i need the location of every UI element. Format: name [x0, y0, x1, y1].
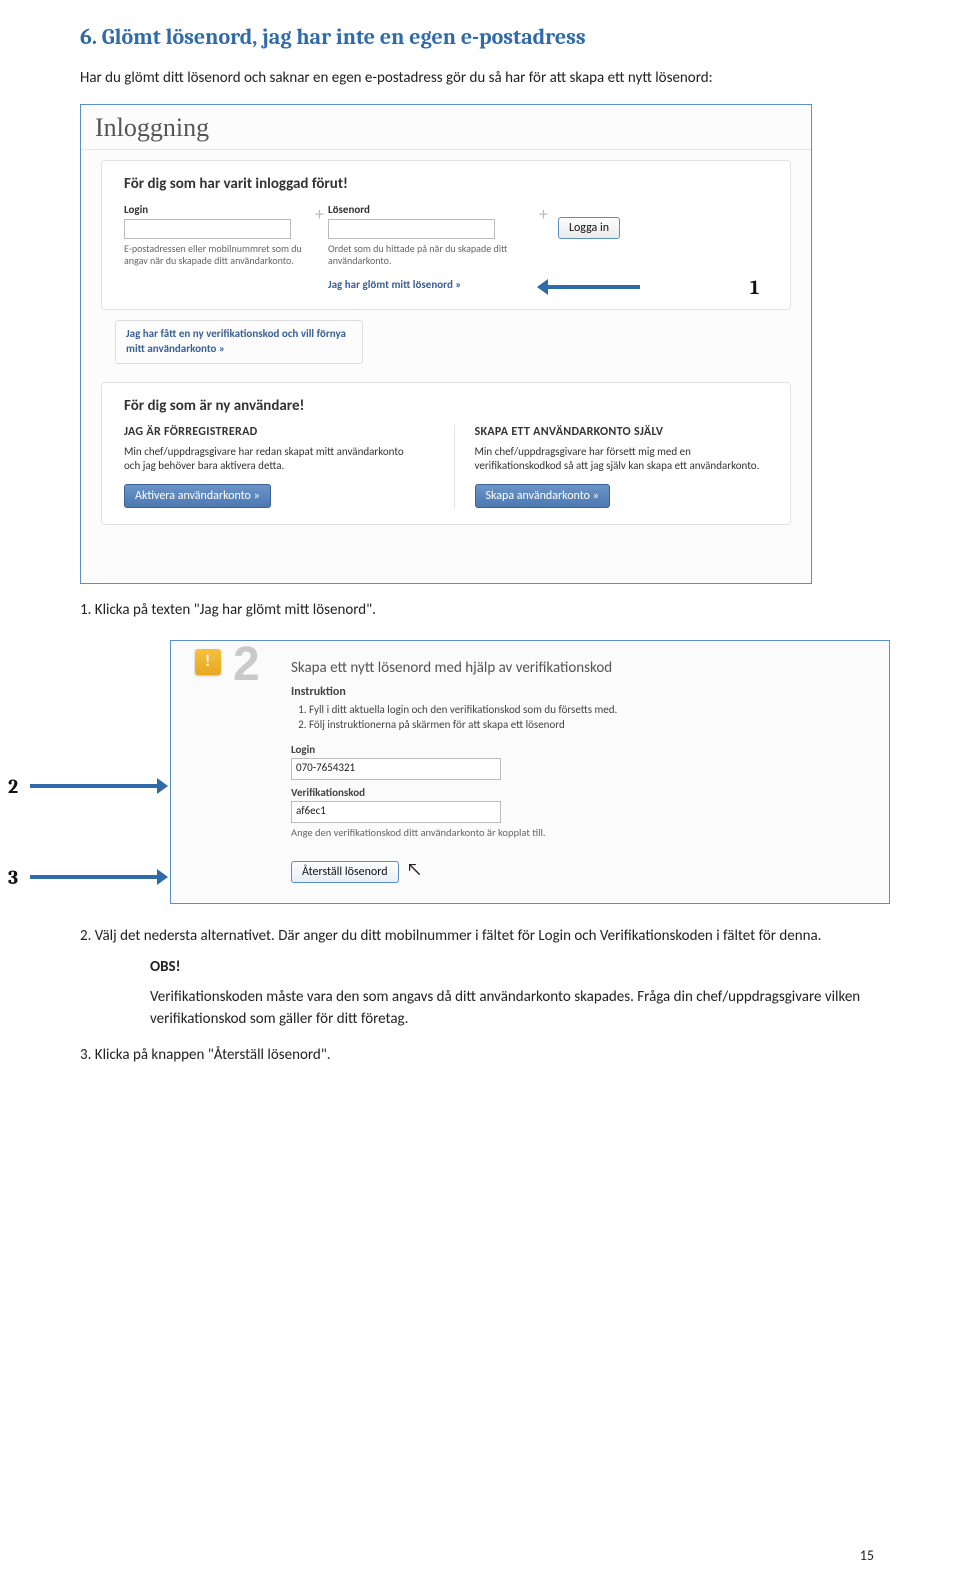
- password-input[interactable]: [328, 219, 495, 239]
- window-title: Inloggning: [81, 105, 811, 150]
- section-intro: Har du glömt ditt lösenord och saknar en…: [80, 68, 880, 90]
- create-account-title: SKAPA ETT ANVÄNDARKONTO SJÄLV: [475, 425, 769, 439]
- arrow-icon: [30, 875, 165, 879]
- reset-subtitle: Instruktion: [291, 685, 867, 699]
- callout-3: 3: [8, 866, 18, 889]
- step-1-text: 1. Klicka på texten "Jag har glömt mitt …: [80, 600, 880, 622]
- login-input[interactable]: [124, 219, 291, 239]
- reset-password-button[interactable]: Återställ lösenord: [291, 861, 399, 883]
- forgot-password-link[interactable]: Jag har glömt mitt lösenord »: [328, 278, 461, 291]
- activate-account-button[interactable]: Aktivera användarkonto »: [124, 484, 271, 508]
- create-account-body: Min chef/uppdragsgivare har försett mig …: [475, 445, 769, 475]
- panel2-heading: För dig som är ny användare!: [124, 397, 768, 415]
- plus-icon: +: [533, 203, 552, 225]
- password-label: Lösenord: [328, 203, 533, 216]
- cursor-icon: ↖: [406, 858, 422, 880]
- panel1-heading: För dig som har varit inloggad förut!: [124, 175, 768, 193]
- arrow-icon: [540, 285, 640, 289]
- step-2-text: 2. Välj det nedersta alternativet. Där a…: [80, 926, 880, 948]
- verif-hint: Ange den verifikationskod ditt användark…: [291, 826, 867, 839]
- instruction-item: Fyll i ditt aktuella login och den verif…: [309, 703, 867, 716]
- verif-input[interactable]: af6ec1: [291, 801, 501, 823]
- login-button[interactable]: Logga in: [558, 217, 620, 239]
- callout-1: 1: [750, 276, 759, 299]
- panel-new-user: För dig som är ny användare! JAG ÄR FÖRR…: [101, 382, 791, 526]
- arrow-icon: [30, 784, 165, 788]
- plus-icon: +: [309, 203, 328, 225]
- preregistered-body: Min chef/uppdragsgivare har redan skapat…: [124, 445, 418, 475]
- callout-2: 2: [8, 775, 18, 798]
- login2-label: Login: [291, 743, 867, 756]
- login-hint: E-postadressen eller mobilnummret som du…: [124, 243, 309, 268]
- obs-title: OBS!: [150, 957, 880, 979]
- screenshot-login: Inloggning För dig som har varit inlogga…: [80, 104, 812, 584]
- preregistered-title: JAG ÄR FÖRREGISTRERAD: [124, 425, 418, 439]
- reset-title: Skapa ett nytt lösenord med hjälp av ver…: [291, 659, 867, 677]
- login-label: Login: [124, 203, 309, 216]
- page-number: 15: [860, 1547, 874, 1564]
- step-3-text: 3. Klicka på knappen "Återställ lösenord…: [80, 1045, 880, 1067]
- screenshot-reset: 2 Skapa ett nytt lösenord med hjälp av v…: [170, 640, 890, 904]
- verif-label: Verifikationskod: [291, 786, 867, 799]
- step-number-large: 2: [233, 637, 260, 692]
- password-hint: Ordet som du hittade på när du skapade d…: [328, 243, 533, 268]
- alert-icon: [195, 649, 221, 675]
- obs-body: Verifikationskoden måste vara den som an…: [150, 987, 880, 1031]
- instruction-item: Följ instruktionerna på skärmen för att …: [309, 718, 867, 731]
- renew-account-box[interactable]: Jag har fått en ny verifikationskod och …: [115, 320, 363, 364]
- section-title: 6. Glömt lösenord, jag har inte en egen …: [80, 24, 880, 50]
- login2-input[interactable]: 070-7654321: [291, 758, 501, 780]
- create-account-button[interactable]: Skapa användarkonto »: [475, 484, 610, 508]
